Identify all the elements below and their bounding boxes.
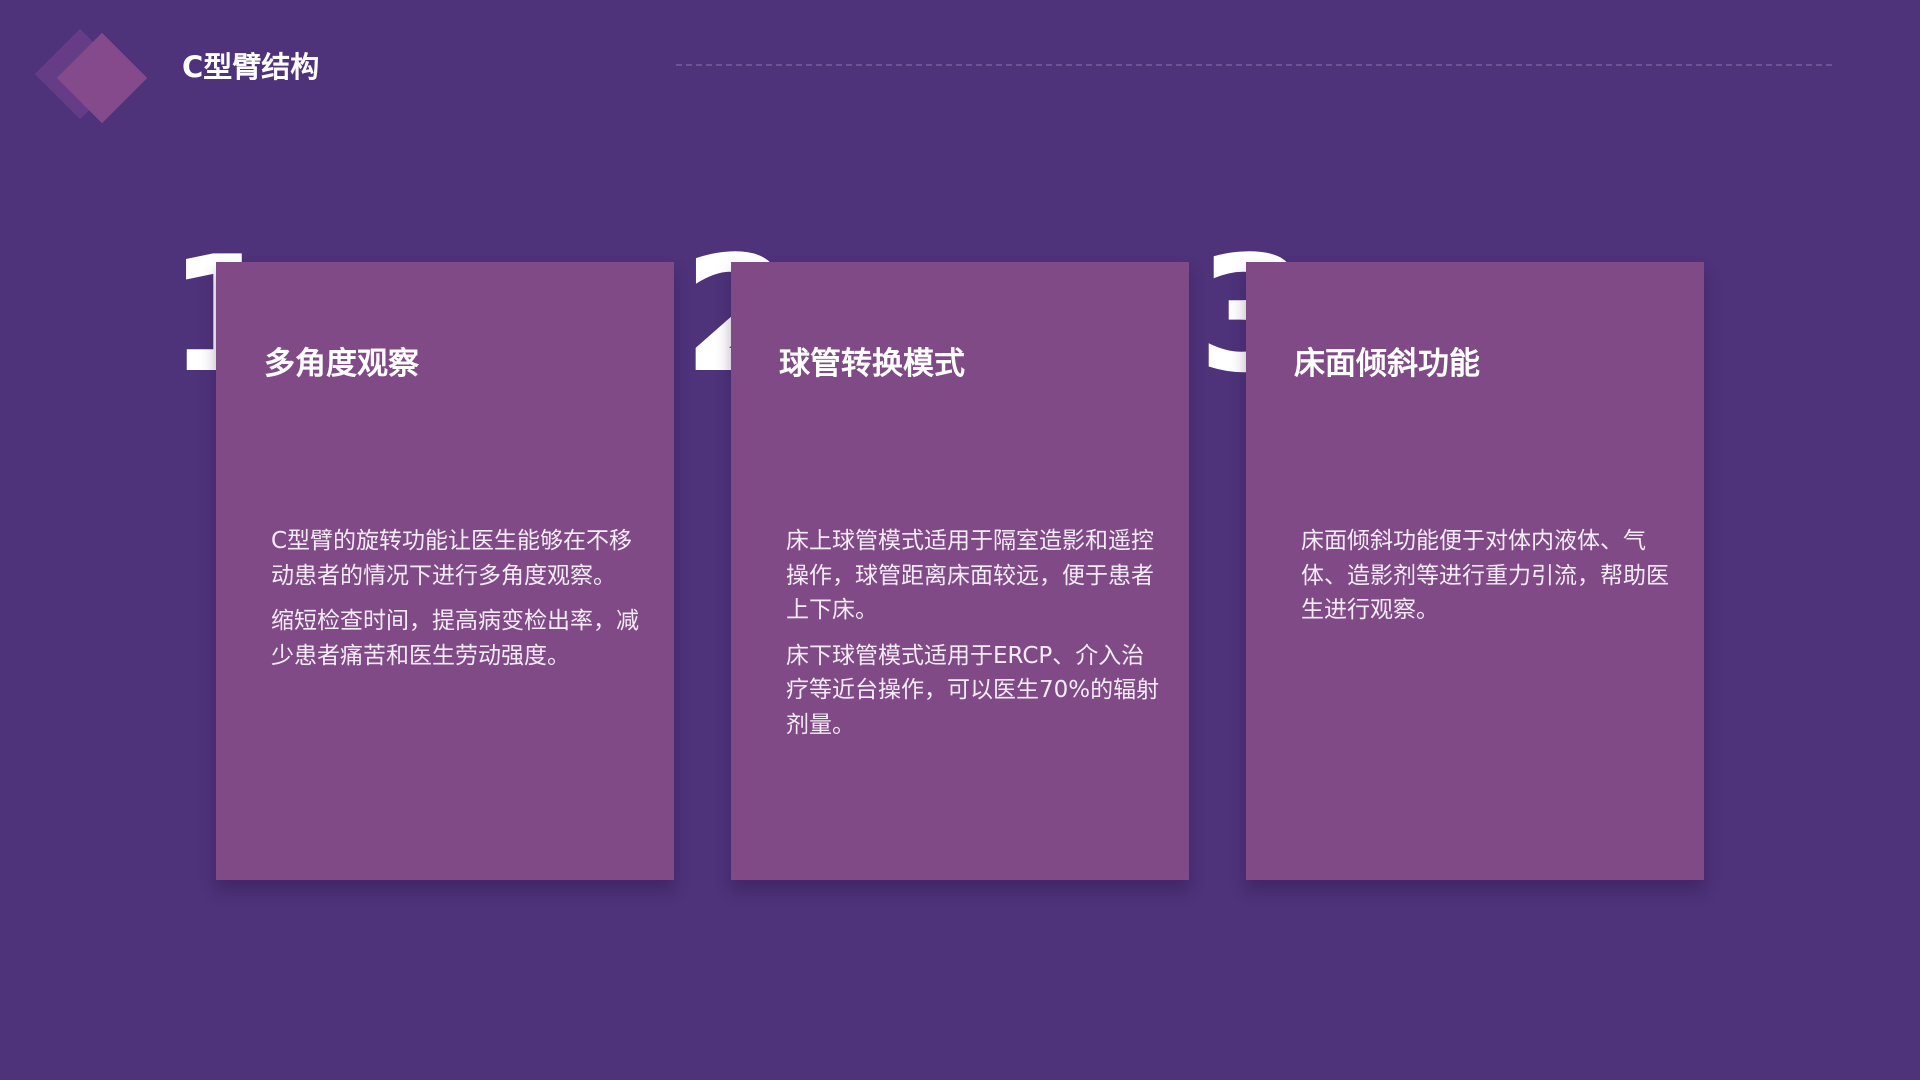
feature-card-2: 2 球管转换模式 床上球管模式适用于隔室造影和遥控操作，球管距离床面较远，便于患… bbox=[683, 235, 1203, 892]
card-paragraph: 床上球管模式适用于隔室造影和遥控操作，球管距离床面较远，便于患者上下床。 bbox=[786, 528, 1154, 623]
card-body: 床面倾斜功能便于对体内液体、气体、造影剂等进行重力引流，帮助医生进行观察。 bbox=[1301, 524, 1676, 639]
header-divider bbox=[676, 64, 1832, 66]
card-paragraph: 床面倾斜功能便于对体内液体、气体、造影剂等进行重力引流，帮助医生进行观察。 bbox=[1301, 528, 1669, 623]
feature-card-3: 3 床面倾斜功能 床面倾斜功能便于对体内液体、气体、造影剂等进行重力引流，帮助医… bbox=[1198, 235, 1718, 892]
slide: C型臂结构 1 多角度观察 C型臂的旋转功能让医生能够在不移动患者的情况下进行多… bbox=[0, 0, 1920, 1080]
card-panel: 球管转换模式 床上球管模式适用于隔室造影和遥控操作，球管距离床面较远，便于患者上… bbox=[731, 262, 1189, 880]
card-title: 多角度观察 bbox=[264, 346, 419, 382]
card-paragraph: 缩短检查时间，提高病变检出率，减少患者痛苦和医生劳动强度。 bbox=[271, 608, 639, 669]
card-paragraph: C型臂的旋转功能让医生能够在不移动患者的情况下进行多角度观察。 bbox=[271, 528, 633, 589]
card-paragraph: 床下球管模式适用于ERCP、介入治疗等近台操作，可以医生70%的辐射剂量。 bbox=[786, 642, 1160, 738]
feature-card-1: 1 多角度观察 C型臂的旋转功能让医生能够在不移动患者的情况下进行多角度观察。 … bbox=[168, 235, 688, 892]
diamond-logo-icon bbox=[34, 26, 166, 126]
card-body: 床上球管模式适用于隔室造影和遥控操作，球管距离床面较远，便于患者上下床。 床下球… bbox=[786, 524, 1161, 753]
card-body: C型臂的旋转功能让医生能够在不移动患者的情况下进行多角度观察。 缩短检查时间，提… bbox=[271, 524, 646, 684]
card-panel: 床面倾斜功能 床面倾斜功能便于对体内液体、气体、造影剂等进行重力引流，帮助医生进… bbox=[1246, 262, 1704, 880]
card-panel: 多角度观察 C型臂的旋转功能让医生能够在不移动患者的情况下进行多角度观察。 缩短… bbox=[216, 262, 674, 880]
card-title: 床面倾斜功能 bbox=[1294, 346, 1480, 382]
page-title: C型臂结构 bbox=[182, 50, 320, 84]
card-title: 球管转换模式 bbox=[779, 346, 965, 382]
